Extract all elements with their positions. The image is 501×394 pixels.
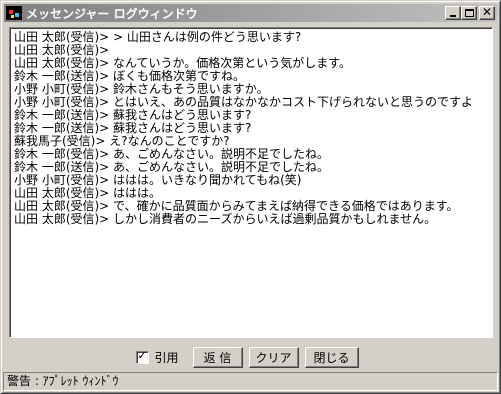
control-bar: ✓ 引用 返 信 クリア 閉じる	[1, 346, 500, 368]
app-icon	[6, 6, 22, 20]
applet-warning-status: 警告 : ｱﾌﾟﾚｯﾄ ｳｨﾝﾄﾞｳ	[3, 372, 498, 391]
minimize-button[interactable]	[445, 6, 461, 20]
maximize-button[interactable]	[461, 6, 477, 20]
close-icon: ✕	[481, 5, 493, 19]
window-controls: ✕	[445, 5, 495, 20]
message-log-textarea[interactable]: 山田 太郎(受信)> > 山田さんは例の件どう思います? 山田 太郎(受信)> 山田…	[9, 27, 493, 338]
reply-button[interactable]: 返 信	[192, 346, 243, 368]
close-button[interactable]: 閉じる	[304, 346, 359, 368]
close-window-button[interactable]: ✕	[479, 5, 495, 20]
window-title: メッセンジャー ログウィンドウ	[26, 6, 198, 21]
log-line: 山田 太郎(受信)> しかし消費者のニーズからいえば過剰品質かもしれません。	[14, 212, 437, 226]
maximize-icon	[465, 9, 474, 17]
clear-button[interactable]: クリア	[248, 346, 299, 368]
checkmark-icon: ✓	[137, 348, 147, 362]
quote-checkbox[interactable]: ✓	[136, 348, 150, 364]
messenger-log-window: メッセンジャー ログウィンドウ ✕ 山田 太郎(受信)> > 山田さんは例の件ど…	[0, 0, 501, 394]
minimize-icon	[450, 15, 456, 17]
title-bar[interactable]: メッセンジャー ログウィンドウ ✕	[4, 4, 497, 22]
quote-label: 引用	[154, 350, 179, 365]
quote-option[interactable]: ✓ 引用	[136, 348, 179, 366]
